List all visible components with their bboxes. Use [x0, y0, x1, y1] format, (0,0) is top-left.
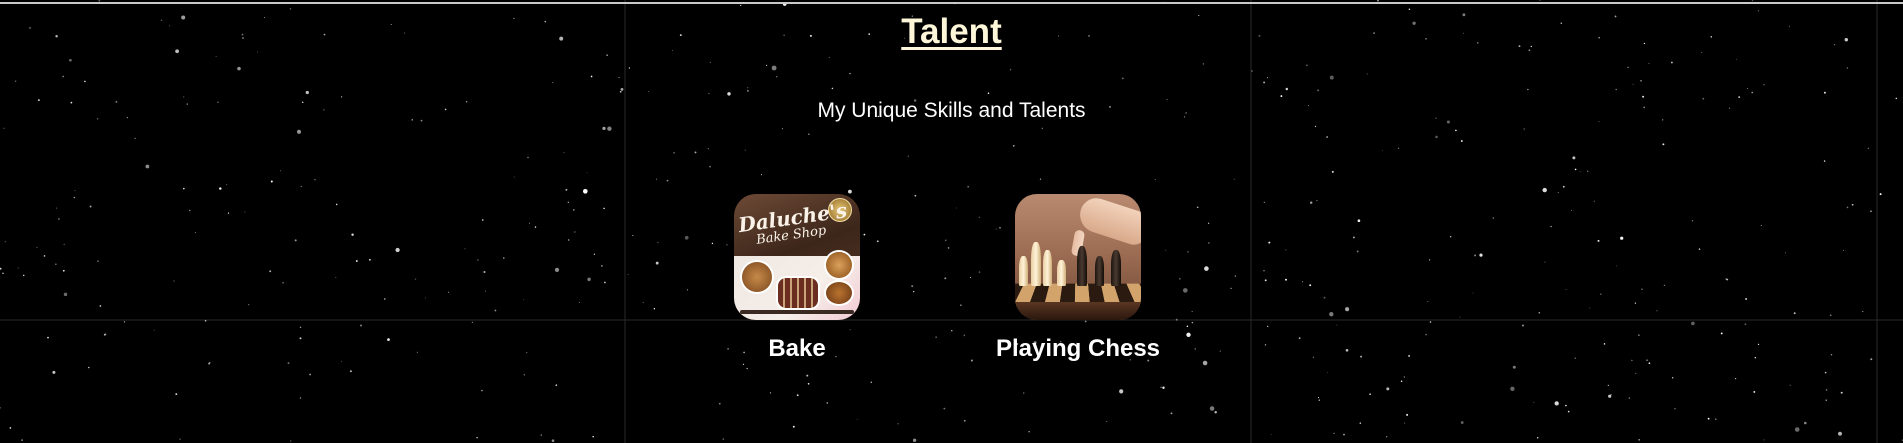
chess-piece-white — [1031, 242, 1041, 286]
chess-piece-white — [1019, 256, 1028, 286]
talent-card-chess[interactable]: Playing Chess — [958, 194, 1198, 363]
top-divider — [0, 2, 1903, 4]
section-title: Talent — [901, 12, 1002, 51]
chess-piece-black — [1095, 256, 1104, 286]
chess-board-image[interactable] — [1015, 194, 1141, 320]
dish-cookies — [826, 282, 852, 304]
talent-section: Talent My Unique Skills and Talents Dalu… — [0, 0, 1903, 443]
chess-piece-white — [1057, 260, 1066, 286]
chess-piece-black — [1077, 246, 1087, 286]
dish-brownies — [778, 278, 818, 308]
talent-label-bake: Bake — [768, 335, 826, 362]
bake-shop-flyer-image[interactable]: Daluche's Bake Shop — [734, 194, 860, 320]
section-subtitle: My Unique Skills and Talents — [817, 99, 1086, 122]
dish-bread — [826, 252, 852, 278]
dish-pastry — [742, 262, 772, 292]
chess-piece-white — [1043, 250, 1052, 286]
hand-shape — [1075, 194, 1141, 248]
chess-board-edge — [1015, 302, 1141, 320]
talent-label-chess: Playing Chess — [995, 335, 1161, 362]
talent-card-bake[interactable]: Daluche's Bake Shop Bake — [677, 194, 917, 363]
flyer-footer-bar — [740, 310, 854, 314]
chess-piece-black — [1111, 250, 1121, 286]
